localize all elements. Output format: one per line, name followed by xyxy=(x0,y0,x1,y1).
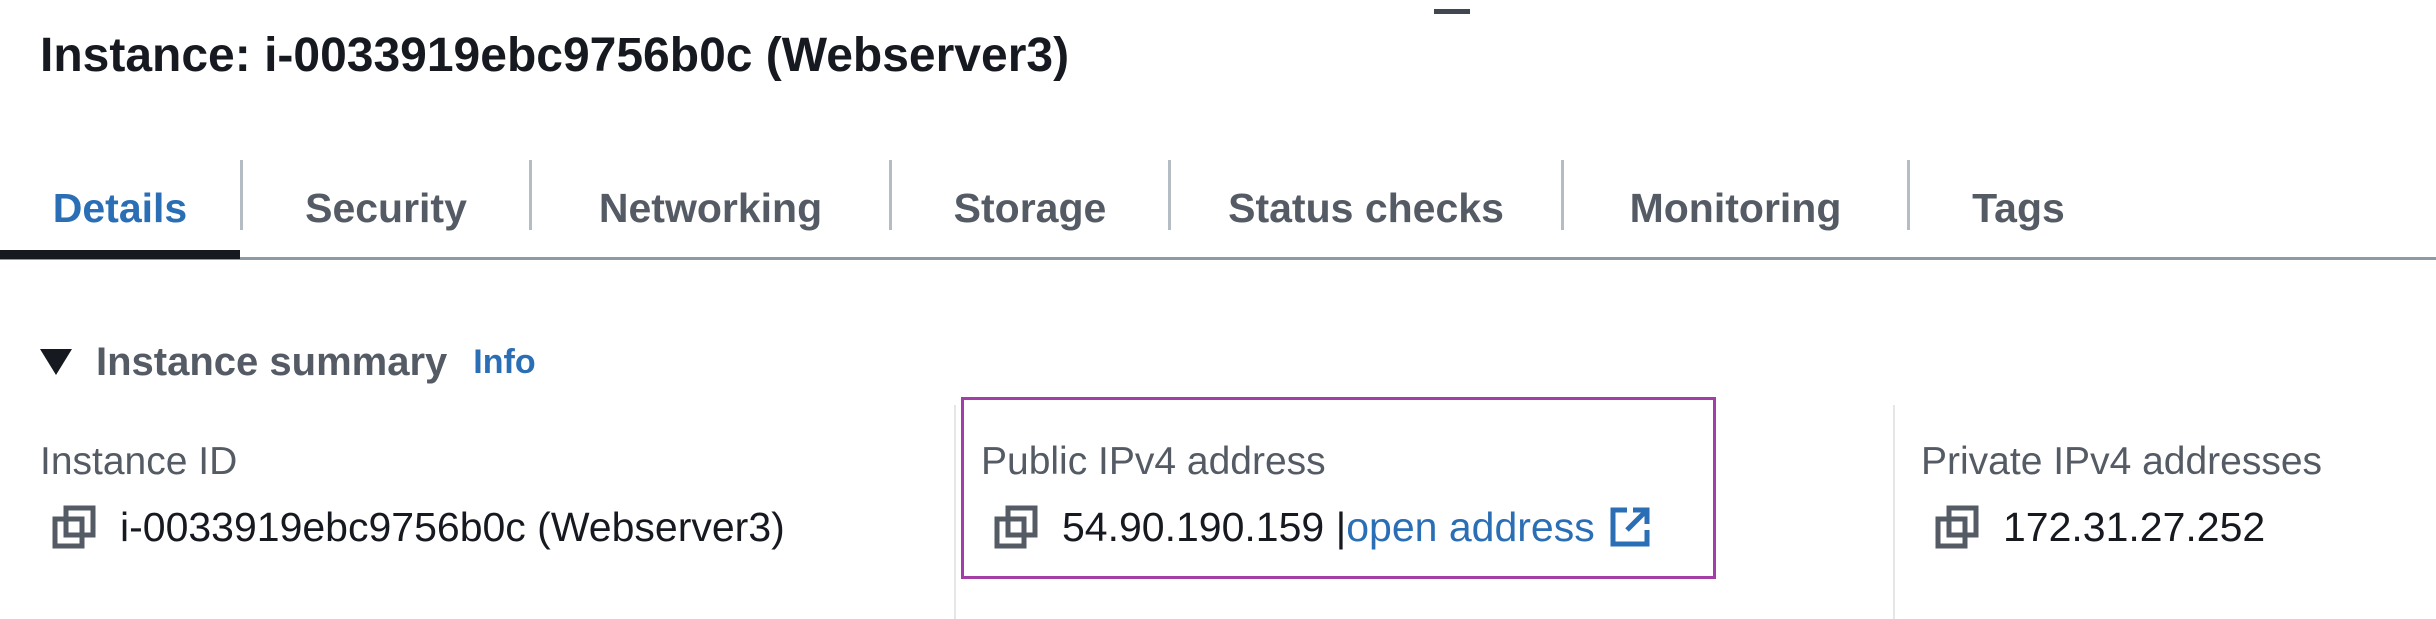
column-divider xyxy=(1893,405,1895,619)
tab-details[interactable]: Details xyxy=(0,160,240,257)
public-ipv4-value: 54.90.190.159 | open address xyxy=(994,499,1651,555)
page-title: Instance: i-0033919ebc9756b0c (Webserver… xyxy=(40,29,1070,82)
active-tab-indicator xyxy=(0,250,240,259)
section-header: Instance summary Info xyxy=(40,332,536,392)
external-link-icon[interactable] xyxy=(1609,506,1651,548)
tab-bar: Details Security Networking Storage Stat… xyxy=(0,160,2436,260)
tab-security[interactable]: Security xyxy=(243,160,529,257)
tab-networking[interactable]: Networking xyxy=(532,160,889,257)
copy-icon[interactable] xyxy=(994,505,1038,549)
tab-status-checks[interactable]: Status checks xyxy=(1171,160,1561,257)
tab-tags[interactable]: Tags xyxy=(1910,160,2127,257)
info-link[interactable]: Info xyxy=(473,343,535,382)
page: Instance: i-0033919ebc9756b0c (Webserver… xyxy=(0,0,2436,619)
private-ipv4-text: 172.31.27.252 xyxy=(2003,503,2266,550)
public-ipv4-text: 54.90.190.159 | xyxy=(1062,503,1347,550)
instance-id-label: Instance ID xyxy=(40,440,238,483)
private-ipv4-value: 172.31.27.252 xyxy=(1935,499,2265,555)
copy-icon[interactable] xyxy=(1935,505,1979,549)
caret-down-icon[interactable] xyxy=(40,349,72,375)
column-divider xyxy=(954,405,956,619)
drag-handle[interactable] xyxy=(1434,9,1470,14)
public-ipv4-label: Public IPv4 address xyxy=(981,440,1326,483)
instance-id-text: i-0033919ebc9756b0c (Webserver3) xyxy=(120,503,785,550)
private-ipv4-label: Private IPv4 addresses xyxy=(1921,440,2323,483)
tab-monitoring[interactable]: Monitoring xyxy=(1564,160,1907,257)
copy-icon[interactable] xyxy=(52,505,96,549)
section-title: Instance summary xyxy=(96,339,448,384)
instance-id-value: i-0033919ebc9756b0c (Webserver3) xyxy=(52,499,785,555)
open-address-link[interactable]: open address xyxy=(1346,504,1594,551)
tab-storage[interactable]: Storage xyxy=(892,160,1168,257)
